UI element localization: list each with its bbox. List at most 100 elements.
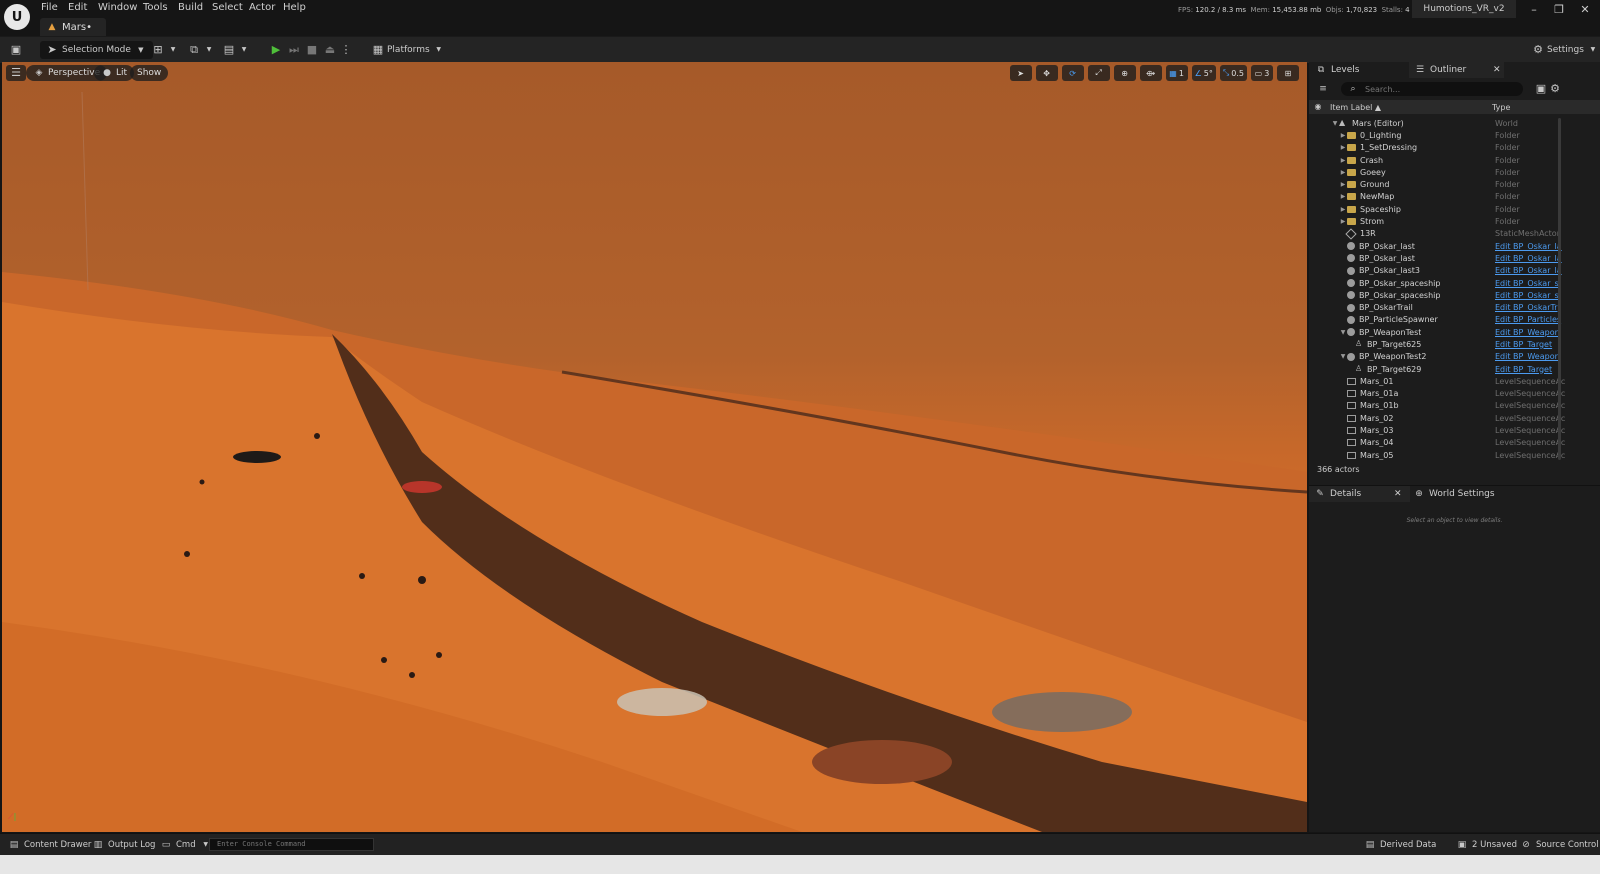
outliner-row[interactable]: ▼ BP_WeaponTest2 Edit BP_Weapon	[1309, 351, 1600, 363]
eject-button[interactable]: ⏏	[324, 41, 336, 59]
step-button[interactable]: ⏭	[288, 41, 300, 59]
outliner-row[interactable]: ♙ BP_Target629 Edit BP_Target	[1309, 363, 1600, 375]
outliner-row[interactable]: BP_Oskar_spaceship Edit BP_Oskar_s	[1309, 289, 1600, 301]
outliner-row[interactable]: Mars_05 LevelSequenceAc	[1309, 449, 1600, 461]
level-viewport[interactable]: ☰ ◈ Perspective ● Lit Show ➤ ✥ ⟳ ⤢ ⊕ ⟴ ▦…	[2, 62, 1307, 832]
menu-window[interactable]: Window	[98, 2, 137, 13]
outliner-row[interactable]: ▶ NewMap Folder	[1309, 191, 1600, 203]
outliner-row[interactable]: BP_Oskar_last Edit BP_Oskar_la	[1309, 240, 1600, 252]
outliner-row[interactable]: BP_ParticleSpawner Edit BP_Particles	[1309, 314, 1600, 326]
expand-arrow-icon[interactable]: ▶	[1339, 193, 1347, 200]
derived-data-button[interactable]: ▤ Derived Data	[1364, 838, 1437, 852]
outliner-search[interactable]: ⌕	[1341, 82, 1523, 96]
edit-blueprint-link[interactable]: Edit BP_Target	[1495, 340, 1587, 349]
minimize-button[interactable]: –	[1524, 3, 1544, 17]
console-command-field[interactable]	[209, 838, 374, 851]
grid-snap-button[interactable]: ▦ 1	[1165, 65, 1188, 81]
outliner-row[interactable]: BP_Oskar_last Edit BP_Oskar_la	[1309, 252, 1600, 264]
world-space-button[interactable]: ⊕	[1113, 65, 1136, 81]
expand-arrow-icon[interactable]: ▶	[1339, 144, 1347, 151]
content-drawer-button[interactable]: ▤ Content Drawer	[8, 838, 92, 852]
outliner-row[interactable]: ▶ Goeey Folder	[1309, 166, 1600, 178]
tab-outliner[interactable]: ☰ Outliner	[1409, 62, 1504, 78]
surface-snap-button[interactable]: ⟴	[1139, 65, 1162, 81]
play-options-button[interactable]: ⋮	[340, 41, 352, 59]
edit-blueprint-link[interactable]: Edit BP_Weapon	[1495, 328, 1587, 337]
unsaved-button[interactable]: ▣ 2 Unsaved	[1456, 838, 1517, 852]
selection-mode-dropdown[interactable]: ➤ Selection Mode ▼	[40, 41, 153, 59]
expand-arrow-icon[interactable]: ▶	[1339, 132, 1347, 139]
outliner-row[interactable]: ▶ Spaceship Folder	[1309, 203, 1600, 215]
edit-blueprint-link[interactable]: Edit BP_Weapon	[1495, 352, 1587, 361]
lit-button[interactable]: ● Lit	[94, 65, 135, 81]
outliner-row[interactable]: Mars_02 LevelSequenceAc	[1309, 412, 1600, 424]
menu-tools[interactable]: Tools	[143, 2, 168, 13]
outliner-row[interactable]: Mars_03 LevelSequenceAc	[1309, 424, 1600, 436]
save-button[interactable]: ▣	[10, 41, 22, 59]
outliner-row[interactable]: Mars_01 LevelSequenceAc	[1309, 375, 1600, 387]
settings-dropdown[interactable]: ⚙ Settings ▼	[1532, 41, 1599, 59]
expand-arrow-icon[interactable]: ▶	[1339, 169, 1347, 176]
cinematics-button[interactable]: ▤ ▼	[223, 41, 250, 59]
close-outliner-button[interactable]: ✕	[1493, 62, 1501, 78]
expand-arrow-icon[interactable]: ▶	[1339, 181, 1347, 188]
output-log-button[interactable]: ▥ Output Log	[92, 838, 156, 852]
menu-edit[interactable]: Edit	[68, 2, 87, 13]
restore-button[interactable]: ❐	[1549, 3, 1569, 17]
outliner-row[interactable]: BP_Oskar_last3 Edit BP_Oskar_la	[1309, 265, 1600, 277]
add-actor-button[interactable]: ⊞ ▼	[152, 41, 179, 59]
outliner-row[interactable]: ▶ Crash Folder	[1309, 154, 1600, 166]
translate-tool-button[interactable]: ✥	[1035, 65, 1058, 81]
add-folder-icon[interactable]: ▣	[1535, 83, 1547, 95]
edit-blueprint-link[interactable]: Edit BP_Oskar_la	[1495, 242, 1587, 251]
filter-icon[interactable]: ≡	[1317, 83, 1329, 95]
menu-select[interactable]: Select	[212, 2, 243, 13]
gear-icon[interactable]: ⚙	[1549, 83, 1561, 95]
outliner-row[interactable]: ♙ BP_Target625 Edit BP_Target	[1309, 338, 1600, 350]
blueprint-button[interactable]: ⧉ ▼	[188, 41, 215, 59]
close-window-button[interactable]: ✕	[1575, 3, 1595, 17]
scale-tool-button[interactable]: ⤢	[1087, 65, 1110, 81]
play-button[interactable]: ▶	[270, 41, 282, 59]
expand-arrow-icon[interactable]: ▼	[1331, 120, 1339, 127]
outliner-row[interactable]: Mars_01a LevelSequenceAc	[1309, 388, 1600, 400]
outliner-row[interactable]: ▶ Strom Folder	[1309, 215, 1600, 227]
platforms-dropdown[interactable]: ▦ Platforms ▼	[372, 41, 445, 59]
edit-blueprint-link[interactable]: Edit BP_OskarTr	[1495, 303, 1587, 312]
menu-help[interactable]: Help	[283, 2, 306, 13]
eye-icon[interactable]: ◉	[1312, 101, 1324, 113]
edit-blueprint-link[interactable]: Edit BP_Oskar_la	[1495, 254, 1587, 263]
expand-arrow-icon[interactable]: ▼	[1339, 329, 1347, 336]
outliner-row[interactable]: ▶ Ground Folder	[1309, 178, 1600, 190]
rotation-snap-button[interactable]: ∠ 5°	[1191, 65, 1216, 81]
tab-world-settings[interactable]: ⊕ World Settings	[1413, 486, 1494, 502]
outliner-row[interactable]: Mars_01b LevelSequenceAc	[1309, 400, 1600, 412]
outliner-row[interactable]: ▶ 1_SetDressing Folder	[1309, 142, 1600, 154]
expand-arrow-icon[interactable]: ▶	[1339, 218, 1347, 225]
outliner-row[interactable]: 13R StaticMeshActor	[1309, 228, 1600, 240]
show-button[interactable]: Show	[130, 65, 169, 81]
expand-arrow-icon[interactable]: ▶	[1339, 206, 1347, 213]
outliner-row[interactable]: BP_Oskar_spaceship Edit BP_Oskar_s	[1309, 277, 1600, 289]
edit-blueprint-link[interactable]: Edit BP_Target	[1495, 365, 1587, 374]
expand-arrow-icon[interactable]: ▼	[1339, 353, 1347, 360]
edit-blueprint-link[interactable]: Edit BP_Oskar_s	[1495, 279, 1587, 288]
scale-snap-button[interactable]: ⤡ 0.5	[1219, 65, 1247, 81]
console-command-input[interactable]	[215, 839, 369, 849]
expand-arrow-icon[interactable]: ▶	[1339, 157, 1347, 164]
menu-build[interactable]: Build	[178, 2, 203, 13]
camera-speed-button[interactable]: ▭ 3	[1251, 65, 1273, 81]
tab-levels[interactable]: ⧉ Levels	[1315, 62, 1360, 78]
unreal-logo-icon[interactable]: U	[4, 4, 30, 30]
menu-file[interactable]: File	[41, 2, 58, 13]
outliner-scrollbar[interactable]	[1558, 118, 1561, 460]
edit-blueprint-link[interactable]: Edit BP_Particles	[1495, 315, 1587, 324]
menu-actor[interactable]: Actor	[249, 2, 275, 13]
select-tool-button[interactable]: ➤	[1009, 65, 1032, 81]
rotate-tool-button[interactable]: ⟳	[1061, 65, 1084, 81]
stop-button[interactable]: ■	[306, 41, 318, 59]
close-details-button[interactable]: ✕	[1394, 486, 1402, 502]
outliner-row[interactable]: BP_OskarTrail Edit BP_OskarTr	[1309, 301, 1600, 313]
viewport-menu-button[interactable]: ☰	[6, 65, 26, 81]
edit-blueprint-link[interactable]: Edit BP_Oskar_la	[1495, 266, 1587, 275]
